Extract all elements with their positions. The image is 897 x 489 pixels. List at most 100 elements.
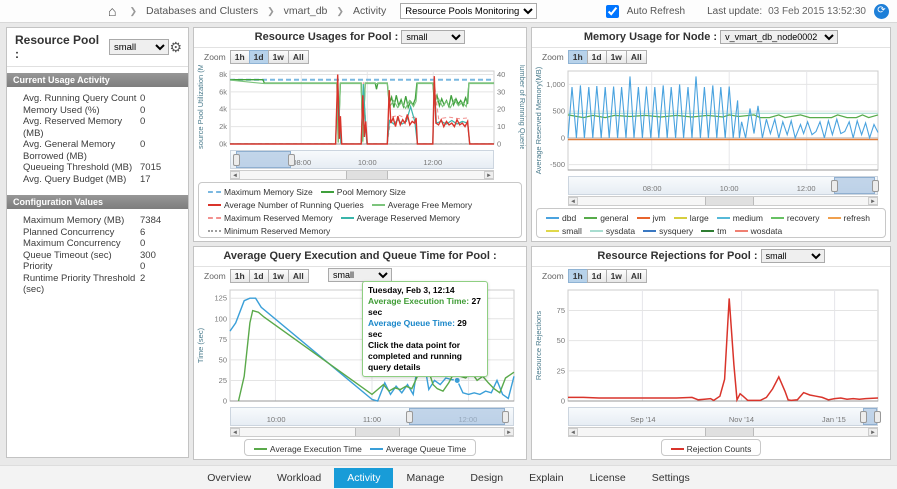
legend-item[interactable]: Maximum Reserved Memory [208, 213, 333, 223]
zoom-button-1d[interactable]: 1d [249, 50, 269, 64]
legend-item[interactable]: Maximum Memory Size [208, 187, 313, 197]
navigator-scrollbar[interactable]: ◄ ► [230, 170, 494, 180]
navigator[interactable]: 08:0010:0012:00 [568, 176, 878, 195]
navigator[interactable]: Sep '14Nov '14Jan '15 [568, 407, 878, 426]
legend-item[interactable]: sysdata [590, 226, 635, 236]
legend-item[interactable]: Average Free Memory [372, 200, 472, 210]
tab-overview[interactable]: Overview [194, 468, 264, 488]
zoom-label: Zoom [542, 271, 564, 281]
scroll-right-icon[interactable]: ► [868, 197, 878, 205]
rejections-pool-select[interactable]: small [761, 249, 825, 263]
navigator-handle[interactable] [874, 411, 881, 423]
home-icon[interactable]: ⌂ [108, 3, 116, 19]
scroll-right-icon[interactable]: ► [504, 428, 514, 436]
legend-item[interactable]: small [546, 226, 582, 236]
breadcrumb-database[interactable]: vmart_db [284, 5, 328, 17]
tab-activity[interactable]: Activity [334, 468, 393, 488]
legend-label: large [690, 213, 709, 223]
resource-pool-select[interactable]: small [109, 39, 169, 55]
navigator-scrollbar[interactable]: ◄ ► [230, 427, 514, 437]
zoom-button-1w[interactable]: 1w [606, 50, 627, 64]
navigator-handle[interactable] [406, 411, 413, 423]
navigator-time-label: 10:00 [720, 184, 739, 193]
zoom-button-1d[interactable]: 1d [587, 269, 607, 283]
scroll-left-icon[interactable]: ◄ [568, 197, 578, 205]
legend-item[interactable]: dbd [546, 213, 576, 223]
scroll-left-icon[interactable]: ◄ [568, 428, 578, 436]
zoom-button-all[interactable]: All [626, 269, 647, 283]
legend-item[interactable]: Average Reserved Memory [341, 213, 460, 223]
tab-workload[interactable]: Workload [264, 468, 334, 488]
legend-label: sysquery [659, 226, 693, 236]
navigator[interactable]: 10:0011:0012:00 [230, 407, 514, 426]
auto-refresh-checkbox[interactable] [606, 5, 619, 18]
legend-item[interactable]: Pool Memory Size [321, 187, 406, 197]
scroll-right-icon[interactable]: ► [484, 171, 494, 179]
zoom-button-1d[interactable]: 1d [249, 269, 269, 283]
zoom-button-1h[interactable]: 1h [230, 50, 250, 64]
legend-item[interactable]: recovery [771, 213, 820, 223]
resource-usages-chart[interactable]: 0k2k4k6k8k010203040Resource Pool Utiliza… [194, 65, 526, 149]
usages-pool-select[interactable]: small [401, 30, 465, 44]
tab-settings[interactable]: Settings [639, 468, 703, 488]
scrollbar-thumb[interactable] [705, 428, 754, 436]
monitoring-view-select[interactable]: Resource Pools Monitoring [400, 3, 537, 19]
zoom-button-all[interactable]: All [626, 50, 647, 64]
zoom-button-1w[interactable]: 1w [268, 50, 289, 64]
legend-item[interactable]: sysquery [643, 226, 693, 236]
zoom-button-all[interactable]: All [288, 269, 309, 283]
navigator-handle[interactable] [831, 180, 838, 192]
zoom-button-1w[interactable]: 1w [606, 269, 627, 283]
breadcrumb-databases[interactable]: Databases and Clusters [146, 5, 258, 17]
stat-row: Maximum Concurrency0 [23, 238, 180, 250]
gear-icon[interactable]: ⚙ [169, 39, 182, 56]
legend-item[interactable]: large [674, 213, 709, 223]
scrollbar-thumb[interactable] [705, 197, 754, 205]
legend-label: small [562, 226, 582, 236]
navigator[interactable]: 08:0010:0012:00 [230, 150, 494, 169]
navigator-scrollbar[interactable]: ◄ ► [568, 196, 878, 206]
navigator-handle[interactable] [502, 411, 509, 423]
legend-label: general [600, 213, 628, 223]
legend-item[interactable]: Average Queue Time [370, 444, 466, 454]
navigator-selection[interactable] [236, 151, 291, 168]
navigator-scrollbar[interactable]: ◄ ► [568, 427, 878, 437]
legend-item[interactable]: jvm [637, 213, 666, 223]
scroll-right-icon[interactable]: ► [868, 428, 878, 436]
scrollbar-thumb[interactable] [355, 428, 400, 436]
legend-item[interactable]: wosdata [735, 226, 783, 236]
scroll-left-icon[interactable]: ◄ [230, 171, 240, 179]
breadcrumb-activity[interactable]: Activity [353, 5, 386, 17]
node-select[interactable]: v_vmart_db_node0002 [720, 30, 838, 44]
legend-item[interactable]: Minimum Reserved Memory [208, 226, 330, 236]
legend-item[interactable]: Average Execution Time [254, 444, 362, 454]
zoom-button-1w[interactable]: 1w [268, 269, 289, 283]
legend-item[interactable]: general [584, 213, 628, 223]
zoom-button-1h[interactable]: 1h [568, 269, 588, 283]
navigator-handle[interactable] [233, 154, 240, 166]
navigator-handle[interactable] [288, 154, 295, 166]
refresh-icon[interactable]: ⟳ [874, 4, 889, 19]
legend-item[interactable]: medium [717, 213, 763, 223]
tab-manage[interactable]: Manage [393, 468, 457, 488]
tab-design[interactable]: Design [457, 468, 516, 488]
navigator-selection[interactable] [409, 408, 505, 425]
legend-item[interactable]: tm [701, 226, 726, 236]
stat-label: Planned Concurrency [23, 227, 140, 239]
zoom-button-all[interactable]: All [288, 50, 309, 64]
zoom-button-1h[interactable]: 1h [568, 50, 588, 64]
memory-usage-chart[interactable]: -50005001,000Average Reserved Memory(MB) [532, 65, 890, 175]
tab-license[interactable]: License [577, 468, 639, 488]
zoom-button-1d[interactable]: 1d [587, 50, 607, 64]
legend-item[interactable]: Average Number of Running Queries [208, 200, 364, 210]
tab-explain[interactable]: Explain [516, 468, 576, 488]
navigator-handle[interactable] [872, 180, 879, 192]
rejections-chart[interactable]: 0255075Resource Rejections [532, 284, 890, 406]
scrollbar-thumb[interactable] [346, 171, 388, 179]
legend-item[interactable]: Rejection Counts [671, 444, 752, 454]
legend-item[interactable]: refresh [828, 213, 870, 223]
scroll-left-icon[interactable]: ◄ [230, 428, 240, 436]
zoom-button-1h[interactable]: 1h [230, 269, 250, 283]
navigator-handle[interactable] [860, 411, 867, 423]
navigator-selection[interactable] [834, 177, 876, 194]
